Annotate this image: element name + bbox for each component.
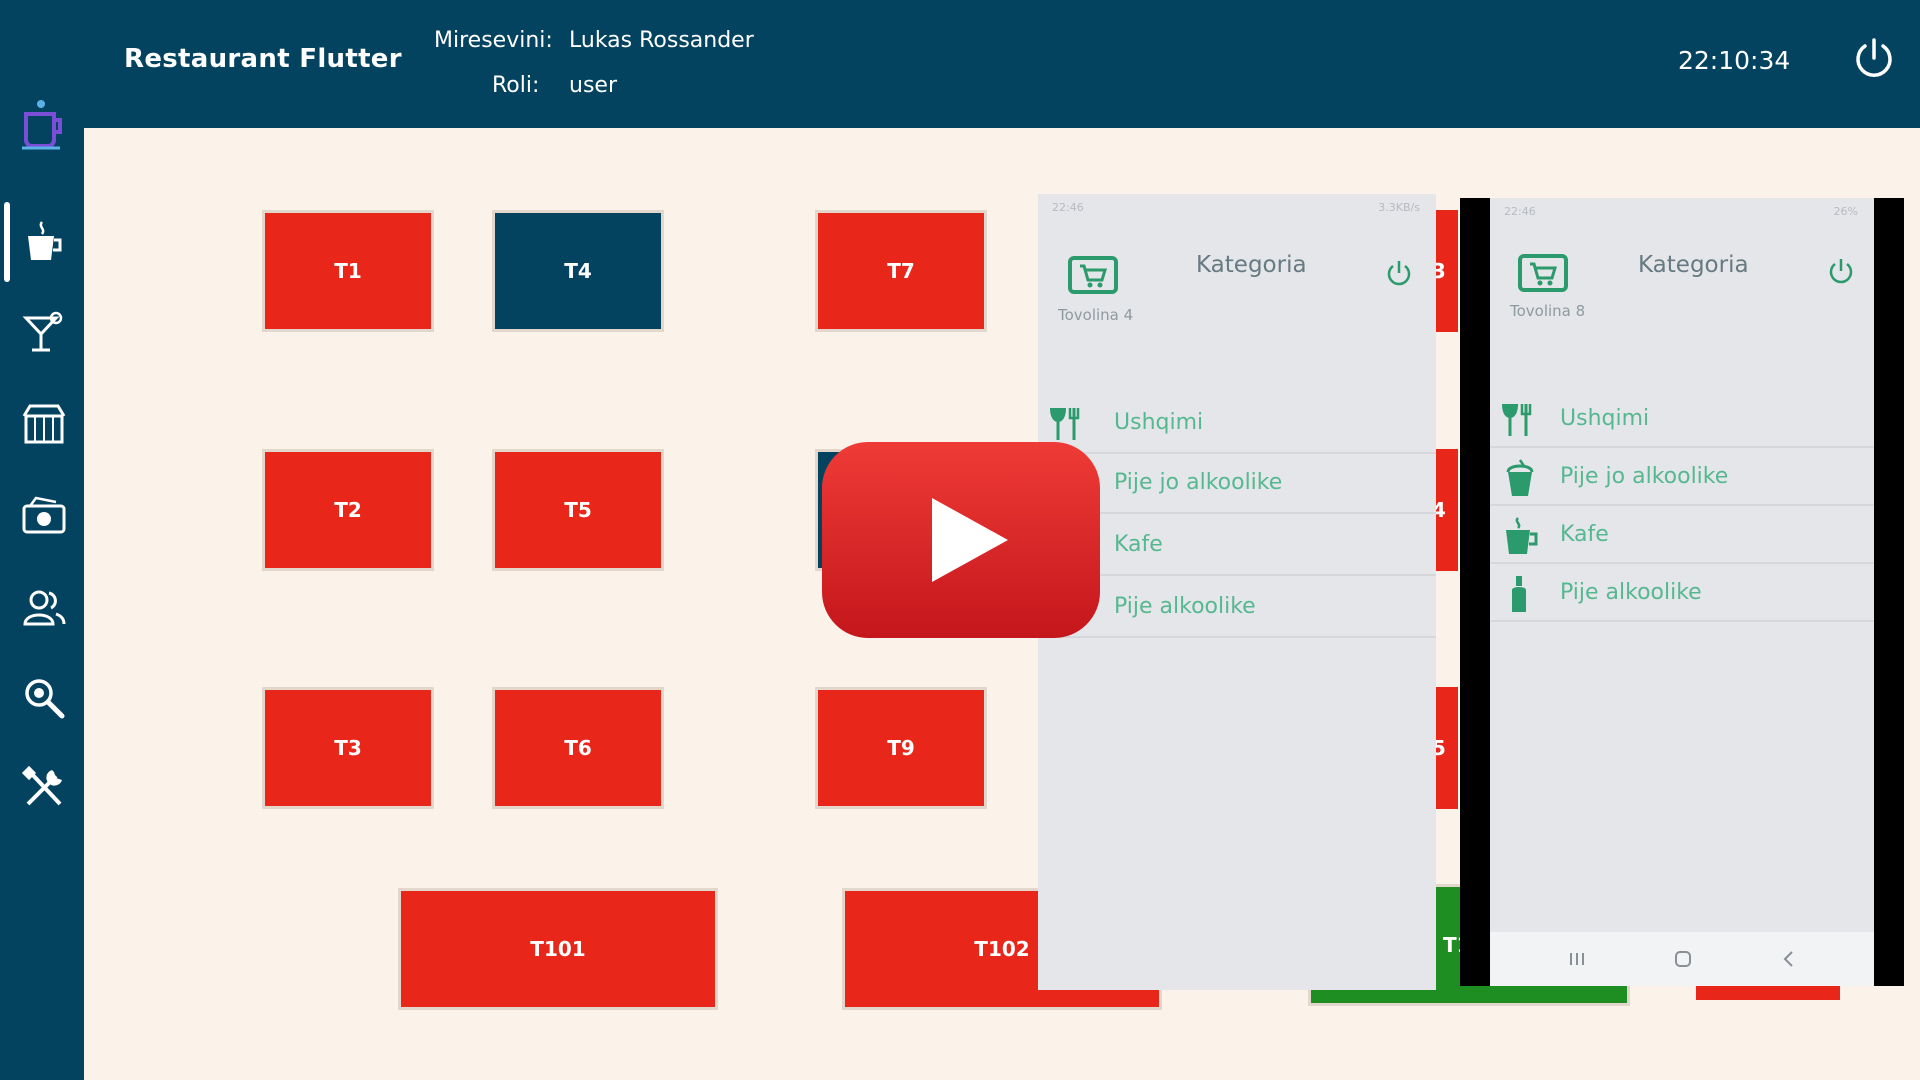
status-time: 22:46 (1504, 205, 1536, 218)
clock: 22:10:34 (1678, 46, 1791, 75)
search-icon[interactable] (20, 674, 68, 722)
cart-icon[interactable] (1518, 254, 1568, 292)
active-indicator (4, 202, 10, 282)
sidebar (0, 0, 84, 1080)
category-label: Ushqimi (1560, 406, 1650, 431)
table-label: T4 (564, 259, 592, 283)
table-label: T5 (564, 498, 592, 522)
home-icon[interactable] (1668, 944, 1698, 974)
back-icon[interactable] (1774, 944, 1804, 974)
role-label: Roli: (492, 73, 540, 98)
status-info: 3.3KB/s (1378, 201, 1420, 214)
cart-icon[interactable] (1068, 256, 1118, 294)
category-label: Kafe (1114, 532, 1163, 557)
table-label: T7 (887, 259, 915, 283)
tools-icon[interactable] (20, 764, 68, 812)
table-t3[interactable]: T3 (262, 687, 434, 809)
store-icon[interactable] (20, 400, 68, 448)
status-bar: 22:46 26% (1490, 198, 1874, 226)
play-button-icon[interactable] (822, 442, 1100, 638)
screen-title: Kategoria (1638, 252, 1749, 278)
table-label: T102 (974, 937, 1030, 961)
table-name: Tovolina 8 (1510, 302, 1586, 320)
power-icon[interactable] (1384, 258, 1414, 288)
table-t9[interactable]: T9 (815, 687, 987, 809)
app-title: Restaurant Flutter (124, 44, 402, 74)
table-t6[interactable]: T6 (492, 687, 664, 809)
category-label: Pije jo alkoolike (1560, 464, 1729, 489)
table-label: T3 (334, 736, 362, 760)
table-t4[interactable]: T4 (492, 210, 664, 332)
category-label: Kafe (1560, 522, 1609, 547)
cocktail-icon[interactable] (20, 308, 68, 356)
soft-drink-icon (1506, 459, 1534, 496)
food-icon (1502, 404, 1532, 436)
status-bar: 22:46 3.3KB/s (1038, 194, 1436, 222)
category-label: Pije alkoolike (1560, 580, 1702, 605)
category-label: Pije jo alkoolike (1114, 470, 1283, 495)
food-icon (1050, 408, 1080, 440)
power-icon[interactable] (1850, 34, 1898, 82)
table-name: Tovolina 4 (1058, 306, 1134, 324)
table-label: T1 (334, 259, 362, 283)
user-name: Lukas Rossander (569, 28, 754, 53)
category-item[interactable]: Ushqimi (1490, 390, 1874, 448)
status-info: 26% (1833, 205, 1858, 218)
category-item[interactable]: Pije jo alkoolike (1490, 448, 1874, 506)
role-value: user (569, 73, 617, 98)
table-t5[interactable]: T5 (492, 449, 664, 571)
bottle-icon (1512, 576, 1526, 612)
table-t1[interactable]: T1 (262, 210, 434, 332)
table-t2[interactable]: T2 (262, 449, 434, 571)
table-label: T101 (530, 937, 586, 961)
status-time: 22:46 (1052, 201, 1084, 214)
category-item[interactable]: Pije alkoolike (1490, 564, 1874, 622)
cash-icon[interactable] (20, 492, 68, 540)
phone-screen-right: 22:46 26% Kategoria Tovolina 8 Ushqimi P… (1490, 198, 1874, 986)
category-label: Ushqimi (1114, 410, 1204, 435)
welcome-label: Miresevini: (434, 28, 553, 53)
table-label: T9 (887, 736, 915, 760)
table-label: T2 (334, 498, 362, 522)
table-t7[interactable]: T7 (815, 210, 987, 332)
table-t101[interactable]: T101 (398, 888, 718, 1010)
app-logo-icon (22, 100, 62, 150)
coffee-icon (1506, 517, 1538, 554)
power-icon[interactable] (1826, 256, 1856, 286)
users-icon[interactable] (20, 584, 68, 632)
coffee-cup-icon[interactable] (20, 218, 68, 266)
table-label: T6 (564, 736, 592, 760)
category-item[interactable]: Kafe (1490, 506, 1874, 564)
screen-title: Kategoria (1196, 252, 1307, 278)
recent-apps-icon[interactable] (1562, 944, 1592, 974)
android-nav-bar (1490, 932, 1874, 986)
top-bar: Restaurant Flutter Miresevini: Lukas Ros… (0, 0, 1920, 128)
category-label: Pije alkoolike (1114, 594, 1256, 619)
